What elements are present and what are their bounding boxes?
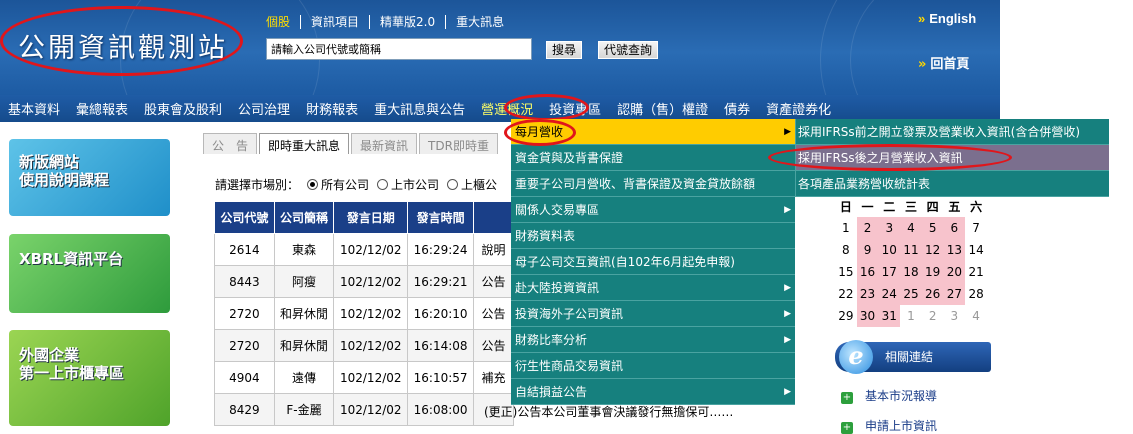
- menu-item-financial-data[interactable]: 財務資料表: [511, 223, 795, 249]
- double-arrow-icon: »: [918, 57, 927, 72]
- submenu-item-pre-ifrs[interactable]: 採用IFRSs前之開立發票及營業收入資訊(含合併營收): [795, 119, 1109, 145]
- top-links: 個股 資訊項目 精華版2.0 重大訊息: [266, 15, 514, 29]
- calendar-weekdays: 日一二三四五六: [839, 199, 983, 214]
- header-company-name: 公司簡稱: [273, 201, 335, 234]
- submenu-arrow-icon: ▶: [784, 127, 791, 137]
- nav-summary-reports[interactable]: 彙總報表: [68, 99, 136, 118]
- table-row[interactable]: 2720 和昇休閒 102/12/02 16:20:10 公告: [214, 297, 514, 330]
- tab-realtime-news[interactable]: 即時重大訊息: [259, 133, 350, 154]
- menu-item-derivatives[interactable]: 衍生性商品交易資訊: [511, 353, 795, 379]
- nav-governance[interactable]: 公司治理: [230, 99, 298, 118]
- radio-otc[interactable]: [447, 179, 459, 190]
- menu-item-parent-subsidiary[interactable]: 母子公司交互資訊(自102年6月起免申報): [511, 249, 795, 275]
- submenu-arrow-icon: ▶: [784, 387, 791, 397]
- nav-bonds[interactable]: 債券: [716, 99, 758, 118]
- site-header: 公開資訊觀測站 個股 資訊項目 精華版2.0 重大訊息 搜尋 代號查詢 »Eng…: [0, 0, 1000, 95]
- nav-operations[interactable]: 營運概況: [473, 99, 541, 118]
- header-time: 發言時間: [407, 201, 474, 234]
- table-row[interactable]: 2614 東森 102/12/02 16:29:24 說明: [214, 233, 514, 266]
- header-subject: [473, 201, 514, 234]
- nav-warrants[interactable]: 認購（售）權證: [609, 99, 716, 118]
- news-tabs: 公 告 即時重大訊息 最新資訊 TDR即時重: [203, 133, 500, 154]
- submenu-item-post-ifrs[interactable]: 採用IFRSs後之月營業收入資訊: [795, 145, 1109, 171]
- search-input[interactable]: [266, 38, 532, 60]
- nav-securitization[interactable]: 資產證券化: [758, 99, 839, 118]
- submenu-arrow-icon: ▶: [784, 335, 791, 345]
- calendar-week: 22 23 24 25 26 27 28: [835, 283, 987, 305]
- header-company-code: 公司代號: [214, 201, 275, 234]
- banner-xbrl[interactable]: XBRL資訊平台: [9, 234, 170, 313]
- plus-icon: +: [841, 392, 853, 404]
- menu-item-self-assessed-pl[interactable]: 自結損益公告 ▶: [511, 379, 795, 405]
- table-row[interactable]: 8429 F-金麗 102/12/02 16:08:00: [214, 393, 514, 426]
- table-row[interactable]: 4904 遠傳 102/12/02 16:10:57 補充: [214, 361, 514, 394]
- home-link[interactable]: » 回首頁: [918, 53, 969, 72]
- submenu-arrow-icon: ▶: [784, 283, 791, 293]
- calendar-week: 29 30 31 1 2 3 4: [835, 305, 987, 327]
- menu-item-china-investment[interactable]: 赴大陸投資資訊 ▶: [511, 275, 795, 301]
- calendar-week: 8 9 10 11 12 13 14: [835, 239, 987, 261]
- plus-icon: +: [841, 422, 853, 434]
- left-column: 新版網站 使用說明課程 XBRL資訊平台 外國企業 第一上市櫃專區: [0, 122, 185, 426]
- nav-basic-info[interactable]: 基本資料: [0, 99, 68, 118]
- nav-investment[interactable]: 投資專區: [541, 99, 609, 118]
- tab-announcement[interactable]: 公 告: [203, 133, 258, 154]
- table-row[interactable]: 2720 和昇休閒 102/12/02 16:14:08 公告: [214, 329, 514, 362]
- ie-icon: e: [839, 340, 873, 374]
- top-link-major-news[interactable]: 重大訊息: [446, 15, 514, 29]
- market-selector: 請選擇市場別： 所有公司 上市公司 上櫃公: [215, 178, 498, 192]
- radio-all-companies[interactable]: [307, 179, 319, 190]
- right-column: 日一二三四五六 1234567 8 9 10 11 12 13 14 15 16 17 18 19 2…: [835, 195, 991, 434]
- calendar-week: 15 16 17 18 19 20 21: [835, 261, 987, 283]
- radio-listed[interactable]: [377, 179, 389, 190]
- submenu-arrow-icon: ▶: [784, 309, 791, 319]
- nav-major-news[interactable]: 重大訊息與公告: [366, 99, 473, 118]
- calendar: 日一二三四五六 1234567 8 9 10 11 12 13 14 15 16 17 18 19 2…: [835, 195, 987, 327]
- top-link-stock[interactable]: 個股: [266, 15, 302, 29]
- news-subject-partial[interactable]: (更正)公告本公司董事會決議發行無擔保可……: [484, 403, 733, 420]
- submenu-arrow-icon: ▶: [784, 205, 791, 215]
- news-table: 公司代號 公司簡稱 發言日期 發言時間 2614 東森 102/12/02 16:29…: [214, 201, 514, 426]
- related-links-header: e 相關連結: [835, 340, 991, 374]
- nav-shareholders[interactable]: 股東會及股利: [136, 99, 230, 118]
- english-link[interactable]: » English: [918, 11, 976, 26]
- related-link-market-report[interactable]: + 基本市況報導: [841, 387, 937, 404]
- banner-tutorial[interactable]: 新版網站 使用說明課程: [9, 139, 170, 216]
- search-button[interactable]: 搜尋: [546, 41, 583, 59]
- main-nav: 基本資料 彙總報表 股東會及股利 公司治理 財務報表 重大訊息與公告 營運概況 …: [0, 95, 1000, 122]
- banner-foreign[interactable]: 外國企業 第一上市櫃專區: [9, 330, 170, 426]
- menu-item-related-party[interactable]: 關係人交易專區 ▶: [511, 197, 795, 223]
- table-header-row: 公司代號 公司簡稱 發言日期 發言時間: [214, 201, 514, 234]
- submenu-item-product-revenue[interactable]: 各項產品業務營收統計表: [795, 171, 1109, 197]
- double-arrow-icon: »: [918, 11, 926, 26]
- site-logo[interactable]: 公開資訊觀測站: [18, 26, 228, 65]
- menu-item-monthly-revenue[interactable]: 每月營收 ▶: [511, 119, 795, 145]
- menu-item-subsidiary-revenue[interactable]: 重要子公司月營收、背書保證及資金貸放餘額: [511, 171, 795, 197]
- market-label: 請選擇市場別：: [215, 178, 300, 192]
- nav-financial-reports[interactable]: 財務報表: [298, 99, 366, 118]
- code-lookup-button[interactable]: 代號查詢: [598, 41, 659, 59]
- table-row[interactable]: 8443 阿瘦 102/12/02 16:29:21 公告: [214, 265, 514, 298]
- calendar-week: 1234567: [835, 217, 987, 239]
- menu-item-financial-ratio[interactable]: 財務比率分析 ▶: [511, 327, 795, 353]
- operations-dropdown-menu: 每月營收 ▶ 資金貸與及背書保證 重要子公司月營收、背書保證及資金貸放餘額 關係人…: [511, 119, 795, 405]
- top-link-lite[interactable]: 精華版2.0: [370, 15, 447, 29]
- tab-latest-info[interactable]: 最新資訊: [351, 133, 418, 154]
- menu-item-overseas-investment[interactable]: 投資海外子公司資訊 ▶: [511, 301, 795, 327]
- top-link-info-items[interactable]: 資訊項目: [301, 15, 371, 29]
- header-date: 發言日期: [333, 201, 409, 234]
- tab-tdr[interactable]: TDR即時重: [419, 133, 498, 154]
- menu-item-lending-guarantee[interactable]: 資金貸與及背書保證: [511, 145, 795, 171]
- monthly-revenue-submenu: 採用IFRSs前之開立發票及營業收入資訊(含合併營收) 採用IFRSs後之月營業…: [795, 119, 1109, 197]
